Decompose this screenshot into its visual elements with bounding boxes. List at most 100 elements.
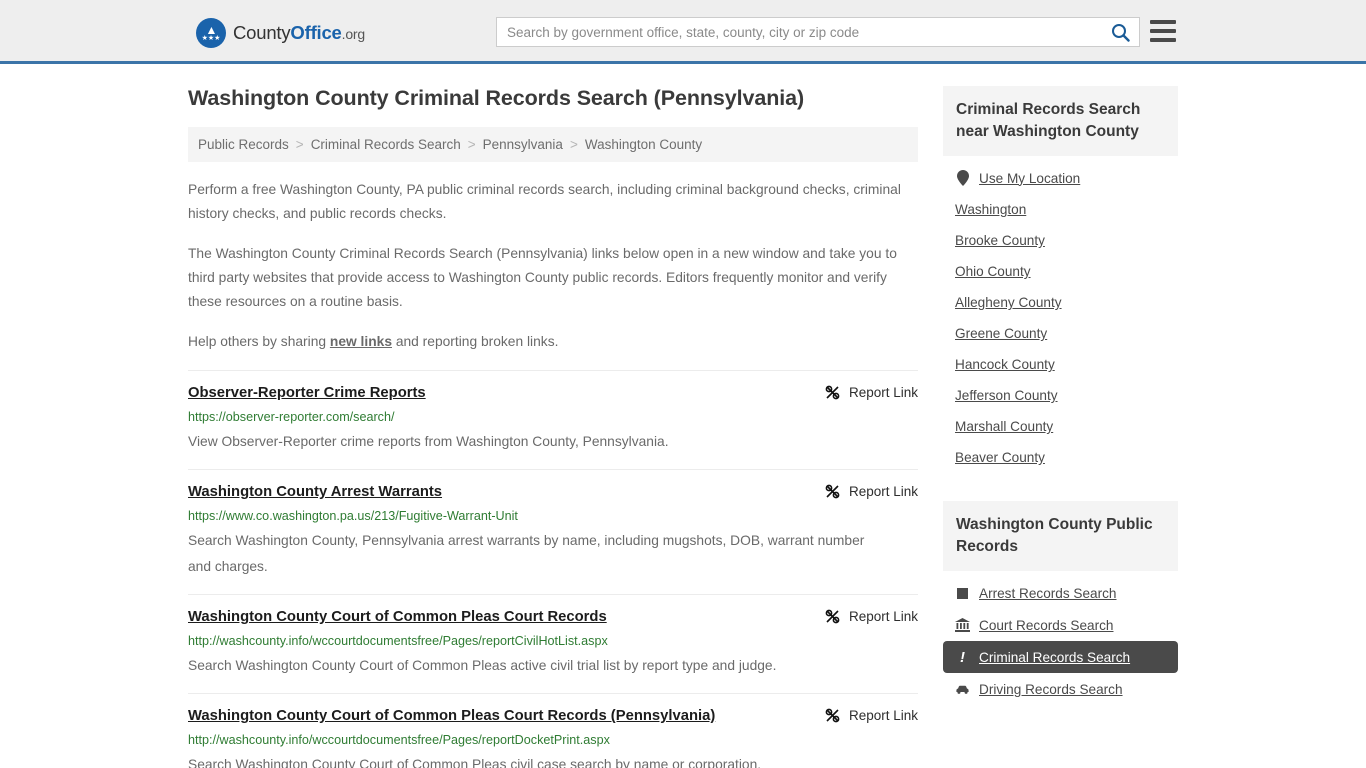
- sidebar-item-label: Marshall County: [955, 419, 1054, 434]
- hamburger-bar-2: [1150, 29, 1176, 33]
- report-link-button[interactable]: Report Link: [824, 383, 918, 401]
- sidebar-item-greene-county[interactable]: Greene County: [943, 318, 1178, 349]
- intro-paragraph-2: The Washington County Criminal Records S…: [188, 246, 897, 309]
- map-pin-icon: [955, 170, 970, 186]
- sidebar-item-hancock-county[interactable]: Hancock County: [943, 349, 1178, 380]
- sidebar-item-label: Driving Records Search: [979, 681, 1123, 697]
- broken-link-icon: [824, 384, 841, 401]
- sidebar-public-records-heading: Washington County Public Records: [943, 501, 1178, 571]
- result-item: Washington County Court of Common Pleas …: [188, 693, 918, 768]
- report-link-label: Report Link: [848, 708, 918, 723]
- site-logo[interactable]: ▲ ★★★ CountyOffice.org: [196, 18, 365, 48]
- eagle-shield-icon: ▲ ★★★: [196, 18, 226, 48]
- sidebar-item-jefferson-county[interactable]: Jefferson County: [943, 380, 1178, 411]
- sidebar-item-arrest-records-search[interactable]: Arrest Records Search: [943, 577, 1178, 609]
- sidebar-item-label: Ohio County: [955, 264, 1031, 279]
- result-url[interactable]: https://www.co.washington.pa.us/213/Fugi…: [188, 508, 918, 525]
- sidebar-item-label: Hancock County: [955, 357, 1055, 372]
- sidebar-item-allegheny-county[interactable]: Allegheny County: [943, 287, 1178, 318]
- sidebar-item-label: Jefferson County: [955, 388, 1058, 403]
- result-description: Search Washington County Court of Common…: [188, 757, 762, 768]
- broken-link-icon: [824, 707, 841, 724]
- report-link-button[interactable]: Report Link: [824, 607, 918, 625]
- sidebar-nearby-list: Use My Location Washington Brooke County…: [943, 156, 1178, 473]
- result-url[interactable]: http://washcounty.info/wccourtdocumentsf…: [188, 633, 918, 650]
- breadcrumb-item-0[interactable]: Public Records: [198, 137, 289, 152]
- sidebar-item-label: Greene County: [955, 326, 1048, 341]
- sidebar-item-label: Beaver County: [955, 450, 1045, 465]
- report-link-label: Report Link: [848, 385, 918, 400]
- sidebar-item-use-my-location[interactable]: Use My Location: [943, 162, 1178, 194]
- breadcrumb: Public Records > Criminal Records Search…: [188, 127, 918, 162]
- result-description: Search Washington County Court of Common…: [188, 658, 777, 673]
- logo-text: CountyOffice.org: [233, 22, 365, 44]
- search-input[interactable]: [497, 18, 1101, 46]
- sidebar-public-records-panel: Washington County Public Records Arrest …: [943, 501, 1178, 705]
- sidebar-item-beaver-county[interactable]: Beaver County: [943, 442, 1178, 473]
- sidebar-item-label: Washington: [955, 202, 1027, 217]
- sidebar-public-records-list: Arrest Records Search Court Records Sear…: [943, 571, 1178, 705]
- logo-text-org: .org: [341, 26, 366, 42]
- sidebar-nearby-panel: Criminal Records Search near Washington …: [943, 86, 1178, 473]
- report-link-button[interactable]: Report Link: [824, 706, 918, 724]
- result-url[interactable]: http://washcounty.info/wccourtdocumentsf…: [188, 732, 918, 749]
- sidebar-item-court-records-search[interactable]: Court Records Search: [943, 609, 1178, 641]
- site-header: ▲ ★★★ CountyOffice.org: [0, 0, 1366, 64]
- result-url[interactable]: https://observer-reporter.com/search/: [188, 409, 918, 426]
- result-title-link[interactable]: Observer-Reporter Crime Reports: [188, 383, 426, 403]
- hamburger-menu-icon[interactable]: [1150, 20, 1176, 42]
- main-content: Washington County Criminal Records Searc…: [188, 86, 918, 768]
- intro-paragraph-1: Perform a free Washington County, PA pub…: [188, 182, 901, 221]
- report-link-button[interactable]: Report Link: [824, 482, 918, 500]
- breadcrumb-separator: >: [569, 137, 578, 152]
- sidebar-item-label: Use My Location: [979, 170, 1081, 186]
- result-description: Search Washington County, Pennsylvania a…: [188, 533, 865, 574]
- sidebar-nearby-heading: Criminal Records Search near Washington …: [943, 86, 1178, 156]
- sidebar-item-washington[interactable]: Washington: [943, 194, 1178, 225]
- result-title-link[interactable]: Washington County Court of Common Pleas …: [188, 607, 607, 627]
- report-link-label: Report Link: [848, 484, 918, 499]
- result-item: Observer-Reporter Crime Reports Report L…: [188, 370, 918, 469]
- sidebar-item-driving-records-search[interactable]: Driving Records Search: [943, 673, 1178, 705]
- breadcrumb-separator: >: [467, 137, 476, 152]
- breadcrumb-separator: >: [295, 137, 304, 152]
- new-links-link[interactable]: new links: [330, 334, 392, 349]
- broken-link-icon: [824, 483, 841, 500]
- hamburger-bar-3: [1150, 38, 1176, 42]
- sidebar-item-label: Arrest Records Search: [979, 585, 1117, 601]
- result-description: View Observer-Reporter crime reports fro…: [188, 434, 669, 449]
- sidebar-item-criminal-records-search[interactable]: ! Criminal Records Search: [943, 641, 1178, 673]
- result-title-link[interactable]: Washington County Arrest Warrants: [188, 482, 442, 502]
- result-title-link[interactable]: Washington County Court of Common Pleas …: [188, 706, 715, 726]
- intro-3-post: and reporting broken links.: [392, 334, 559, 349]
- sidebar-item-marshall-county[interactable]: Marshall County: [943, 411, 1178, 442]
- broken-link-icon: [824, 608, 841, 625]
- sidebar-item-label: Brooke County: [955, 233, 1045, 248]
- sidebar-item-label: Court Records Search: [979, 617, 1114, 633]
- sidebar-item-label: Criminal Records Search: [979, 649, 1131, 665]
- sidebar-item-label: Allegheny County: [955, 295, 1062, 310]
- result-item: Washington County Court of Common Pleas …: [188, 594, 918, 693]
- search-button[interactable]: [1101, 18, 1139, 46]
- search-bar[interactable]: [496, 17, 1140, 47]
- exclamation-icon: !: [960, 648, 965, 666]
- logo-text-county: County: [233, 22, 291, 43]
- breadcrumb-item-3[interactable]: Washington County: [585, 137, 702, 152]
- hamburger-bar-1: [1150, 20, 1176, 24]
- intro-paragraph-3: Help others by sharing new links and rep…: [188, 330, 918, 354]
- breadcrumb-item-2[interactable]: Pennsylvania: [483, 137, 563, 152]
- bank-icon: [955, 617, 970, 633]
- page-title: Washington County Criminal Records Searc…: [188, 86, 805, 110]
- car-icon: [955, 681, 970, 697]
- sidebar-item-brooke-county[interactable]: Brooke County: [943, 225, 1178, 256]
- breadcrumb-item-1[interactable]: Criminal Records Search: [311, 137, 461, 152]
- report-link-label: Report Link: [848, 609, 918, 624]
- intro-3-pre: Help others by sharing: [188, 334, 330, 349]
- square-icon: [955, 585, 970, 601]
- sidebar-item-ohio-county[interactable]: Ohio County: [943, 256, 1178, 287]
- sidebar: Criminal Records Search near Washington …: [943, 86, 1178, 711]
- logo-text-office: Office: [290, 22, 342, 43]
- search-icon: [1111, 23, 1130, 42]
- page-body: Washington County Criminal Records Searc…: [0, 64, 1366, 768]
